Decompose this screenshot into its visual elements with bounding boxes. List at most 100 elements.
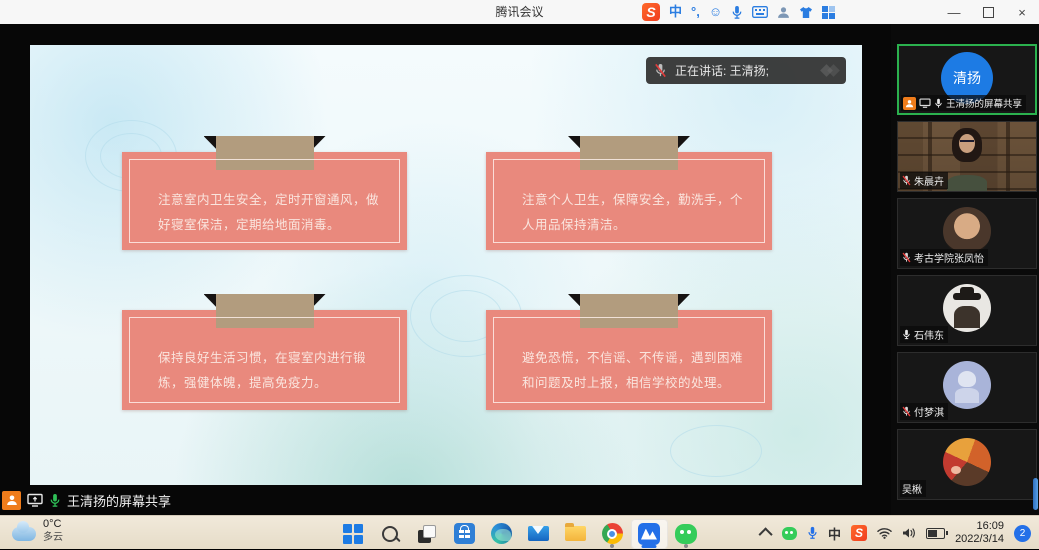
screen-share-stage: 正在讲话: 王清扬; 注意室内卫生安全，定时开窗通风，做好寝室保洁，定期给地面消… <box>0 24 891 515</box>
soft-keyboard-icon[interactable] <box>752 6 768 18</box>
wechat-button[interactable] <box>668 519 705 549</box>
system-tray: 中 S 16:09 2022/3/14 2 <box>762 516 1031 550</box>
figure-body <box>955 388 979 403</box>
sogou-ime-toolbar: S 中 °, ☺ <box>642 2 835 22</box>
participant-tile[interactable]: 吴楸 <box>897 429 1037 500</box>
participant-tile[interactable]: 石伟东 <box>897 275 1037 346</box>
slide-card-4: 避免恐慌，不信谣、不传谣，遇到困难和问题及时上报，相信学校的处理。 <box>486 310 772 410</box>
participant-name: 付梦淇 <box>914 404 944 419</box>
search-button[interactable] <box>372 519 409 549</box>
participant-name: 石伟东 <box>914 327 944 342</box>
figure <box>954 306 980 328</box>
toolbox-grid-icon[interactable] <box>822 6 835 19</box>
tencent-meeting-icon <box>638 523 660 545</box>
muted-mic-icon <box>902 175 911 186</box>
mic-on-icon <box>49 493 61 508</box>
window-controls: — × <box>937 0 1039 24</box>
card-text: 注意室内卫生安全，定时开窗通风，做好寝室保洁，定期给地面消毒。 <box>158 188 379 238</box>
microsoft-store-button[interactable] <box>446 519 483 549</box>
temperature: 0°C <box>43 518 63 531</box>
microphone-tray-icon[interactable] <box>807 526 818 540</box>
restore-button[interactable] <box>971 0 1005 24</box>
meeting-main-area: 正在讲话: 王清扬; 注意室内卫生安全，定时开窗通风，做好寝室保洁，定期给地面消… <box>0 24 1039 515</box>
participant-label: 石伟东 <box>900 326 948 343</box>
card-text: 注意个人卫生，保障安全，勤洗手，个人用品保持清洁。 <box>522 188 744 238</box>
wifi-icon[interactable] <box>877 527 892 539</box>
time: 16:09 <box>976 520 1004 533</box>
hat-brim <box>953 293 981 300</box>
volume-icon[interactable] <box>902 527 916 539</box>
emoji-picker-icon[interactable]: ☺ <box>709 3 722 21</box>
edge-button[interactable] <box>483 519 520 549</box>
slide-card-1: 注意室内卫生安全，定时开窗通风，做好寝室保洁，定期给地面消毒。 <box>122 152 407 250</box>
weather-widget[interactable]: 0°C 多云 <box>12 518 63 544</box>
window-title: 腾讯会议 <box>0 0 1039 24</box>
presenter-icon <box>2 491 21 510</box>
chrome-button[interactable] <box>594 519 631 549</box>
close-button[interactable]: × <box>1005 0 1039 24</box>
share-indicator-bar: 王清扬的屏幕共享 <box>0 488 171 512</box>
slide-card-3: 保持良好生活习惯，在寝室内进行锻炼，强健体魄，提高免疫力。 <box>122 310 407 410</box>
windows-icon <box>343 524 363 544</box>
ime-language-icon[interactable]: 中 <box>828 524 841 543</box>
slide-card-2: 注意个人卫生，保障安全，勤洗手，个人用品保持清洁。 <box>486 152 772 250</box>
edge-icon <box>491 523 512 544</box>
watermark-diamonds-icon <box>822 66 838 75</box>
input-mode-chinese-icon[interactable]: 中 <box>669 3 682 21</box>
store-icon <box>454 523 475 544</box>
sogou-tray-icon[interactable]: S <box>851 525 867 541</box>
participant-label: 王清扬的屏幕共享 <box>901 95 1026 111</box>
screen-share-icon <box>27 493 43 507</box>
avatar <box>943 284 991 332</box>
file-explorer-button[interactable] <box>557 519 594 549</box>
restore-icon <box>983 7 994 18</box>
skin-shirt-icon[interactable] <box>799 6 813 19</box>
screen-share-icon <box>919 98 931 108</box>
task-view-button[interactable] <box>409 519 446 549</box>
date: 2022/3/14 <box>955 533 1004 546</box>
participant-name: 吴楸 <box>902 481 922 496</box>
weather-condition: 多云 <box>43 531 63 544</box>
shared-slide: 正在讲话: 王清扬; 注意室内卫生安全，定时开窗通风，做好寝室保洁，定期给地面消… <box>30 45 862 485</box>
sogou-logo-icon[interactable]: S <box>642 3 660 21</box>
participant-tile-video[interactable]: 朱晨卉 <box>897 121 1037 192</box>
account-icon[interactable] <box>777 6 790 19</box>
search-icon <box>382 526 398 542</box>
wechat-tray-icon[interactable] <box>782 527 797 540</box>
mail-button[interactable] <box>520 519 557 549</box>
tencent-meeting-button[interactable] <box>631 519 668 549</box>
cloud-icon <box>12 527 36 541</box>
punctuation-icon[interactable]: °, <box>691 3 700 21</box>
active-speaker-banner: 正在讲话: 王清扬; <box>646 57 846 84</box>
participant-tile[interactable]: 考古学院张凤怡 <box>897 198 1037 269</box>
participants-sidebar: 清扬 王清扬的屏幕共享 <box>891 24 1039 515</box>
voice-input-icon[interactable] <box>731 5 743 20</box>
avatar <box>943 438 991 486</box>
active-indicator <box>642 545 657 548</box>
mail-icon <box>528 526 549 541</box>
muted-mic-icon <box>654 63 667 78</box>
windows-taskbar: 0°C 多云 中 S 16:09 2022/3/14 <box>0 515 1039 549</box>
card-text: 避免恐慌，不信谣、不传谣，遇到困难和问题及时上报，相信学校的处理。 <box>522 346 744 396</box>
participant-name: 王清扬的屏幕共享 <box>946 96 1022 110</box>
glasses <box>960 140 974 146</box>
bookshelf <box>1006 122 1010 191</box>
battery-pen-icon[interactable] <box>926 528 945 539</box>
hidden-icons-chevron-icon[interactable] <box>759 527 773 541</box>
mic-on-icon <box>934 98 943 109</box>
minimize-button[interactable]: — <box>937 0 971 24</box>
presenter-icon <box>903 97 916 110</box>
start-button[interactable] <box>335 519 372 549</box>
wechat-icon <box>675 524 697 544</box>
taskbar-app-icons <box>335 516 705 550</box>
clock[interactable]: 16:09 2022/3/14 <box>955 520 1004 546</box>
participant-tile-screen-share[interactable]: 清扬 王清扬的屏幕共享 <box>897 44 1037 115</box>
participant-tile[interactable]: 付梦淇 <box>897 352 1037 423</box>
figure-head <box>958 371 976 387</box>
sidebar-scrollbar[interactable] <box>1033 478 1038 510</box>
task-view-icon <box>418 525 436 543</box>
participant-label: 朱晨卉 <box>900 172 948 189</box>
figure <box>951 466 961 474</box>
notification-badge[interactable]: 2 <box>1014 525 1031 542</box>
share-indicator-text: 王清扬的屏幕共享 <box>67 491 171 510</box>
